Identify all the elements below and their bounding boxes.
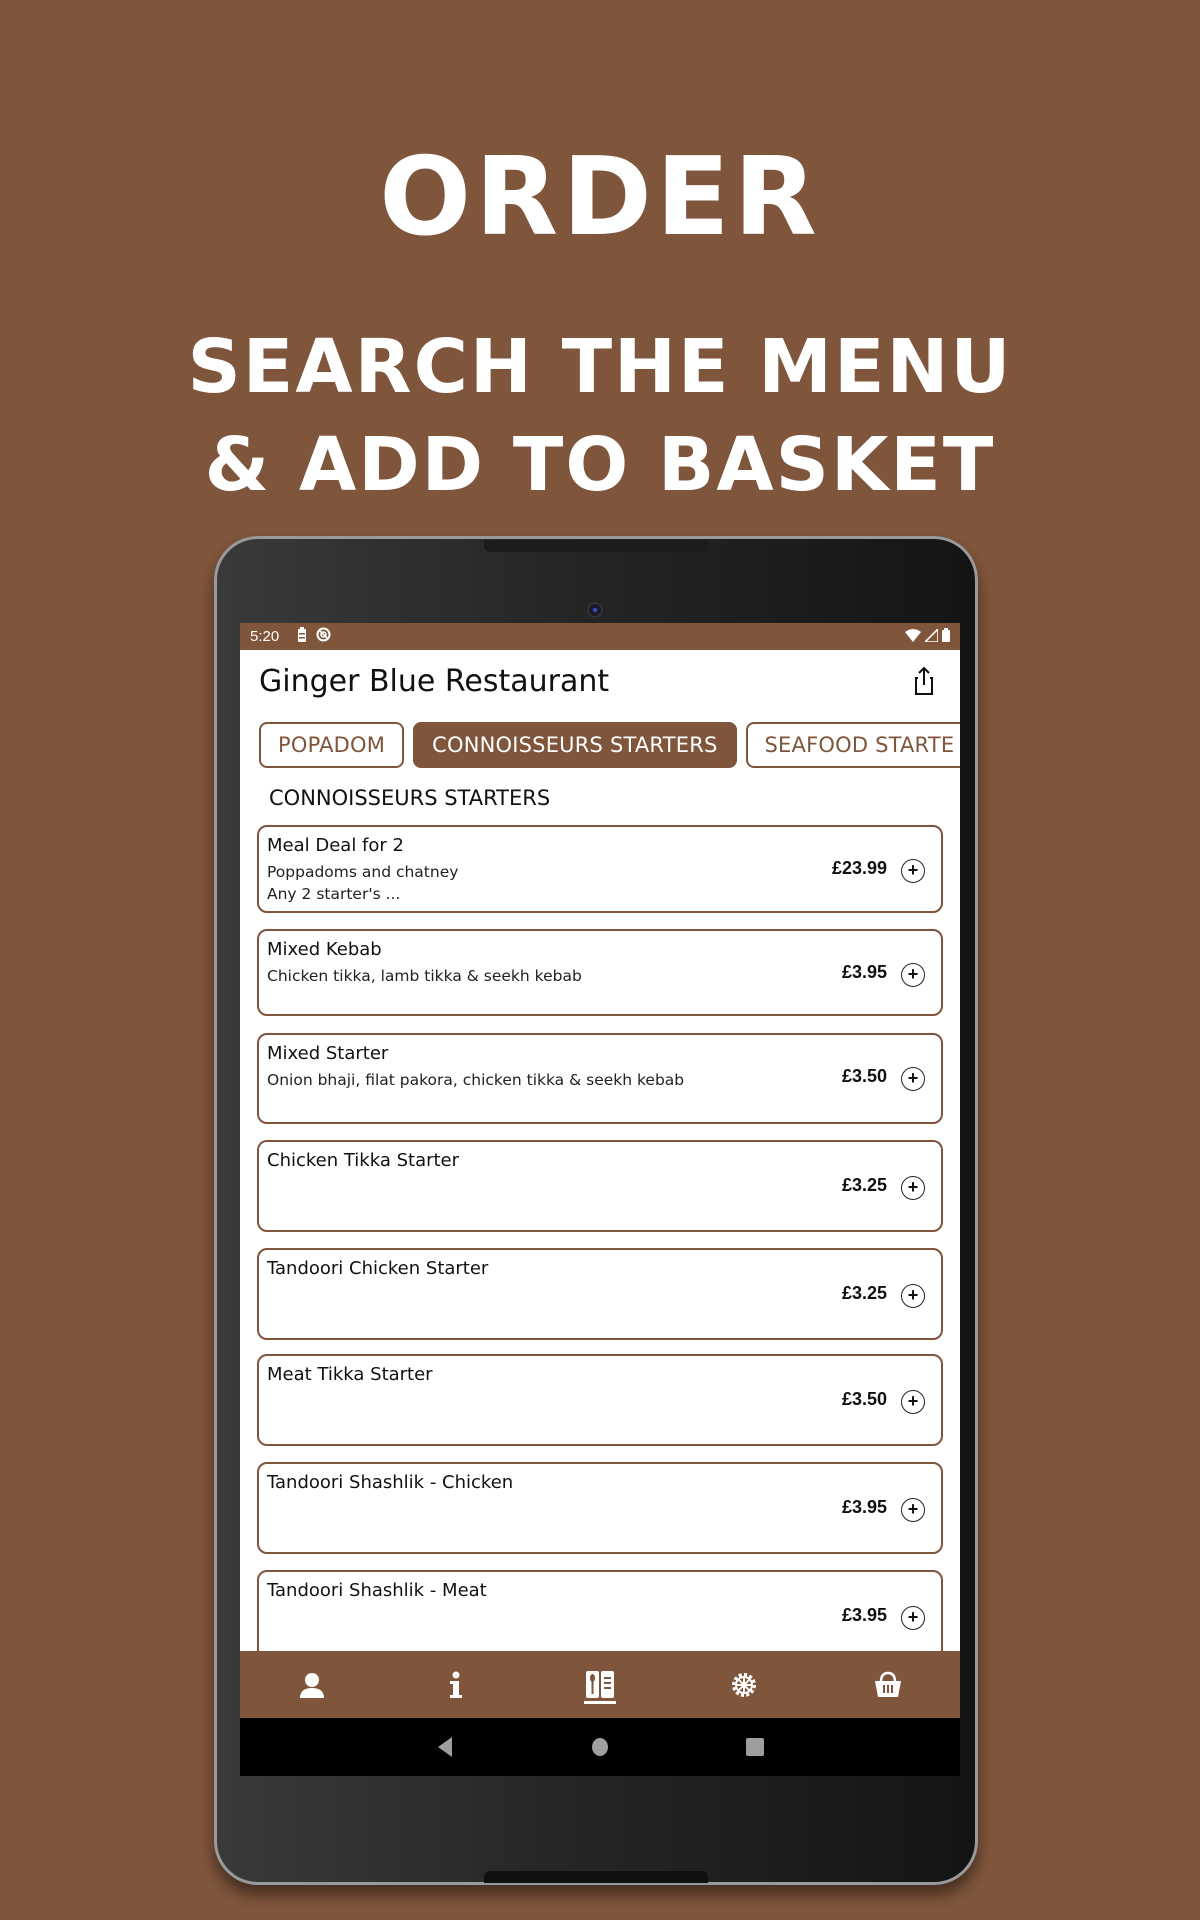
cellular-signal-icon	[925, 628, 938, 642]
wifi-icon	[905, 628, 921, 642]
share-icon	[915, 666, 933, 695]
promo-subtitle-line-1: SEARCH THE MENU	[187, 324, 1013, 410]
item-price: £3.25	[841, 1283, 887, 1303]
nav-settings[interactable]	[672, 1651, 816, 1718]
nav-basket[interactable]	[816, 1651, 960, 1718]
system-navigation-bar	[240, 1718, 960, 1776]
add-to-basket-button[interactable]: +	[901, 859, 925, 883]
item-description-line-1: Chicken tikka, lamb tikka & seekh kebab	[267, 967, 582, 985]
status-bar: 5:20	[240, 623, 960, 650]
recents-icon[interactable]	[746, 1737, 764, 1757]
app-screen: 5:20 Ginger Blue Restaurant POPADOM CONNO…	[240, 623, 960, 1776]
add-to-basket-button[interactable]: +	[901, 1176, 925, 1200]
nav-account[interactable]	[240, 1651, 384, 1718]
menu-item[interactable]: Meat Tikka Starter £3.50 +	[257, 1354, 943, 1446]
front-camera	[589, 604, 601, 616]
battery-icon	[942, 628, 950, 642]
item-name: Tandoori Shashlik - Chicken	[267, 1472, 514, 1493]
speaker-bottom	[484, 1871, 708, 1883]
info-icon	[450, 1671, 462, 1698]
item-name: Mixed Kebab	[267, 939, 382, 960]
item-price: £3.50	[841, 1389, 887, 1409]
promo-subtitle: SEARCH THE MENU & ADD TO BASKET	[0, 318, 1200, 514]
home-icon[interactable]	[591, 1737, 609, 1757]
menu-item[interactable]: Meal Deal for 2 Poppadoms and chatney An…	[257, 825, 943, 913]
menu-book-icon	[586, 1670, 614, 1698]
item-price: £3.50	[841, 1066, 887, 1086]
add-to-basket-button[interactable]: +	[901, 1284, 925, 1308]
add-to-basket-button[interactable]: +	[901, 1606, 925, 1630]
item-name: Chicken Tikka Starter	[267, 1150, 460, 1171]
menu-item[interactable]: Tandoori Chicken Starter £3.25 +	[257, 1248, 943, 1340]
nav-menu[interactable]	[528, 1651, 672, 1718]
add-to-basket-button[interactable]: +	[901, 1067, 925, 1091]
tab-connoisseurs-starters[interactable]: CONNOISSEURS STARTERS	[413, 722, 737, 768]
item-name: Tandoori Shashlik - Meat	[267, 1580, 487, 1601]
promo-subtitle-line-2: & ADD TO BASKET	[204, 422, 996, 508]
tab-seafood-starters[interactable]: SEAFOOD STARTE	[745, 722, 960, 768]
add-to-basket-button[interactable]: +	[901, 963, 925, 987]
item-description: Chicken tikka, lamb tikka & seekh kebab	[267, 965, 582, 987]
item-price: £3.25	[841, 1175, 887, 1195]
restaurant-title: Ginger Blue Restaurant	[259, 664, 610, 699]
item-name: Meal Deal for 2	[267, 835, 404, 856]
item-name: Meat Tikka Starter	[267, 1364, 433, 1385]
item-name: Mixed Starter	[267, 1043, 389, 1064]
no-disturb-icon	[316, 627, 331, 642]
menu-item[interactable]: Tandoori Shashlik - Meat £3.95 +	[257, 1570, 943, 1662]
section-heading: CONNOISSEURS STARTERS	[269, 786, 551, 810]
menu-item[interactable]: Chicken Tikka Starter £3.25 +	[257, 1140, 943, 1232]
category-tabs: POPADOM CONNOISSEURS STARTERS SEAFOOD STAR…	[259, 722, 960, 768]
tab-popadom[interactable]: POPADOM	[259, 722, 405, 768]
menu-item[interactable]: Tandoori Shashlik - Chicken £3.95 +	[257, 1462, 943, 1554]
app-bar: Ginger Blue Restaurant	[240, 650, 960, 712]
settings-icon	[732, 1672, 756, 1697]
basket-icon	[875, 1671, 901, 1697]
item-description: Poppadoms and chatney Any 2 starter's ..…	[267, 861, 458, 905]
battery-saver-icon	[298, 627, 306, 642]
status-time: 5:20	[250, 628, 280, 645]
item-price: £23.99	[831, 858, 887, 878]
item-name: Tandoori Chicken Starter	[267, 1258, 489, 1279]
add-to-basket-button[interactable]: +	[901, 1390, 925, 1414]
share-button[interactable]	[908, 664, 940, 698]
item-price: £3.95	[841, 1605, 887, 1625]
bottom-navigation	[240, 1651, 960, 1718]
item-description: Onion bhaji, filat pakora, chicken tikka…	[267, 1069, 684, 1091]
speaker-top	[484, 540, 708, 552]
item-price: £3.95	[841, 1497, 887, 1517]
item-price: £3.95	[841, 962, 887, 982]
promo-title: ORDER	[379, 135, 821, 260]
item-description-line-1: Poppadoms and chatney	[267, 863, 459, 881]
add-to-basket-button[interactable]: +	[901, 1498, 925, 1522]
back-icon[interactable]	[436, 1737, 454, 1757]
menu-item[interactable]: Mixed Starter Onion bhaji, filat pakora,…	[257, 1033, 943, 1124]
item-description-line-1: Onion bhaji, filat pakora, chicken tikka…	[267, 1071, 685, 1089]
nav-active-indicator	[584, 1701, 616, 1704]
menu-item[interactable]: Mixed Kebab Chicken tikka, lamb tikka & …	[257, 929, 943, 1016]
nav-info[interactable]	[384, 1651, 528, 1718]
item-description-line-2: Any 2 starter's ...	[267, 885, 401, 903]
user-icon	[300, 1672, 324, 1698]
